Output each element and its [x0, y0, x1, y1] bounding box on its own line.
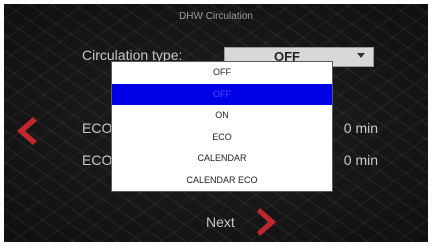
eco-label-2: ECO [82, 152, 113, 168]
chevron-left-icon[interactable] [13, 116, 37, 146]
dropdown-option-highlighted[interactable]: OFF [112, 83, 332, 105]
eco-label-1: ECO [82, 120, 113, 136]
dropdown-option[interactable]: OFF [112, 62, 332, 84]
caret-down-icon [357, 53, 365, 58]
device-screen: DHW Circulation Circulation type: OFF EC… [4, 4, 428, 242]
eco-value-1[interactable]: 0 min [344, 120, 378, 136]
dropdown-option[interactable]: CALENDAR ECO [112, 170, 332, 192]
chevron-right-icon[interactable] [257, 207, 279, 237]
eco-value-2[interactable]: 0 min [344, 152, 378, 168]
next-button[interactable]: Next [206, 214, 235, 230]
screen-title: DHW Circulation [179, 11, 253, 22]
dropdown-option[interactable]: ON [112, 105, 332, 127]
dropdown-option[interactable]: CALENDAR [112, 148, 332, 170]
dropdown-option[interactable]: ECO [112, 127, 332, 149]
circulation-type-dropdown[interactable]: OFF OFF ON ECO CALENDAR CALENDAR ECO [111, 61, 333, 192]
